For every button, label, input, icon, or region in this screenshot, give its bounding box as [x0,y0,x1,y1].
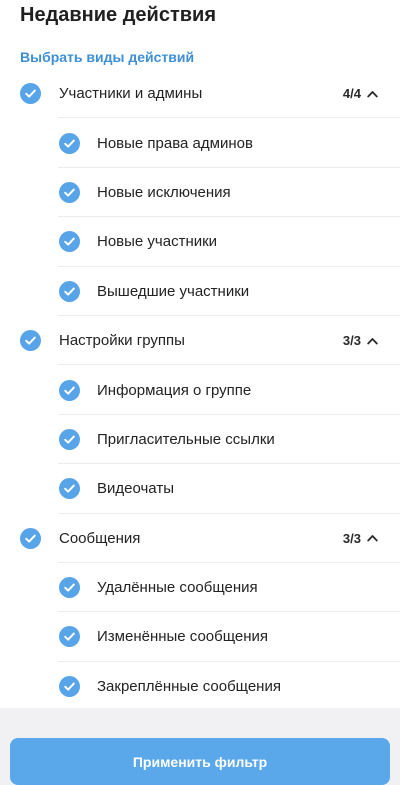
apply-filter-button[interactable]: Применить фильтр [10,738,390,785]
item-label: Информация о группе [97,381,252,399]
checkmark-icon[interactable] [59,428,80,450]
item-label: Удалённые сообщения [97,579,258,597]
page-title: Недавние действия [20,4,217,26]
list-item[interactable]: Закреплённые сообщения [0,662,400,711]
checkmark-icon[interactable] [20,330,41,352]
section-subtitle: Выбрать виды действий [20,49,195,65]
checkmark-icon[interactable] [59,231,80,253]
list-item[interactable]: Вышедшие участники [0,267,400,317]
checkmark-icon[interactable] [59,577,80,599]
counter-text: 4/4 [342,86,361,102]
checkmark-icon[interactable] [20,83,41,105]
checkmark-icon[interactable] [59,379,80,401]
filter-sheet: Недавние действия Выбрать виды действий … [0,0,400,785]
list-item[interactable]: Новые исключения [0,168,400,218]
item-label: Закреплённые сообщения [97,677,281,695]
chevron-up-icon [367,337,378,345]
checkmark-icon[interactable] [59,280,80,302]
chevron-up-icon [367,90,378,98]
group-label: Настройки группы [59,332,185,350]
list-item[interactable]: Пригласительные ссылки [0,415,400,465]
group-label: Участники и админы [59,85,203,103]
group-row-messages[interactable]: Сообщения 3/3 [0,514,400,564]
action-type-list: Участники и админы 4/4 Новые права админ… [0,69,400,711]
checkmark-icon[interactable] [59,478,80,500]
list-item[interactable]: Информация о группе [0,365,400,416]
list-item[interactable]: Видеочаты [0,464,400,514]
list-item[interactable]: Новые права админов [0,118,400,169]
item-label: Видеочаты [97,480,174,498]
counter-text: 3/3 [342,530,361,546]
list-item[interactable]: Изменённые сообщения [0,612,400,663]
checkmark-icon[interactable] [59,675,80,697]
group-counter[interactable]: 4/4 [343,69,378,118]
group-row-group-settings[interactable]: Настройки группы 3/3 [0,316,400,366]
item-label: Вышедшие участники [97,282,250,300]
checkmark-icon[interactable] [59,626,80,648]
item-label: Новые права админов [97,134,253,152]
item-label: Изменённые сообщения [97,628,269,646]
counter-text: 3/3 [342,333,361,349]
item-label: Новые участники [97,233,218,251]
group-counter[interactable]: 3/3 [343,514,378,563]
list-item[interactable]: Новые участники [0,217,400,267]
group-row-members-admins[interactable]: Участники и админы 4/4 [0,69,400,119]
checkmark-icon[interactable] [59,132,80,154]
group-counter[interactable]: 3/3 [343,316,378,365]
item-label: Пригласительные ссылки [97,430,275,448]
list-item[interactable]: Удалённые сообщения [0,563,400,613]
checkmark-icon[interactable] [20,527,41,549]
chevron-up-icon [367,535,378,542]
checkmark-icon[interactable] [59,181,80,203]
group-label: Сообщения [59,529,141,547]
item-label: Новые исключения [97,183,231,201]
